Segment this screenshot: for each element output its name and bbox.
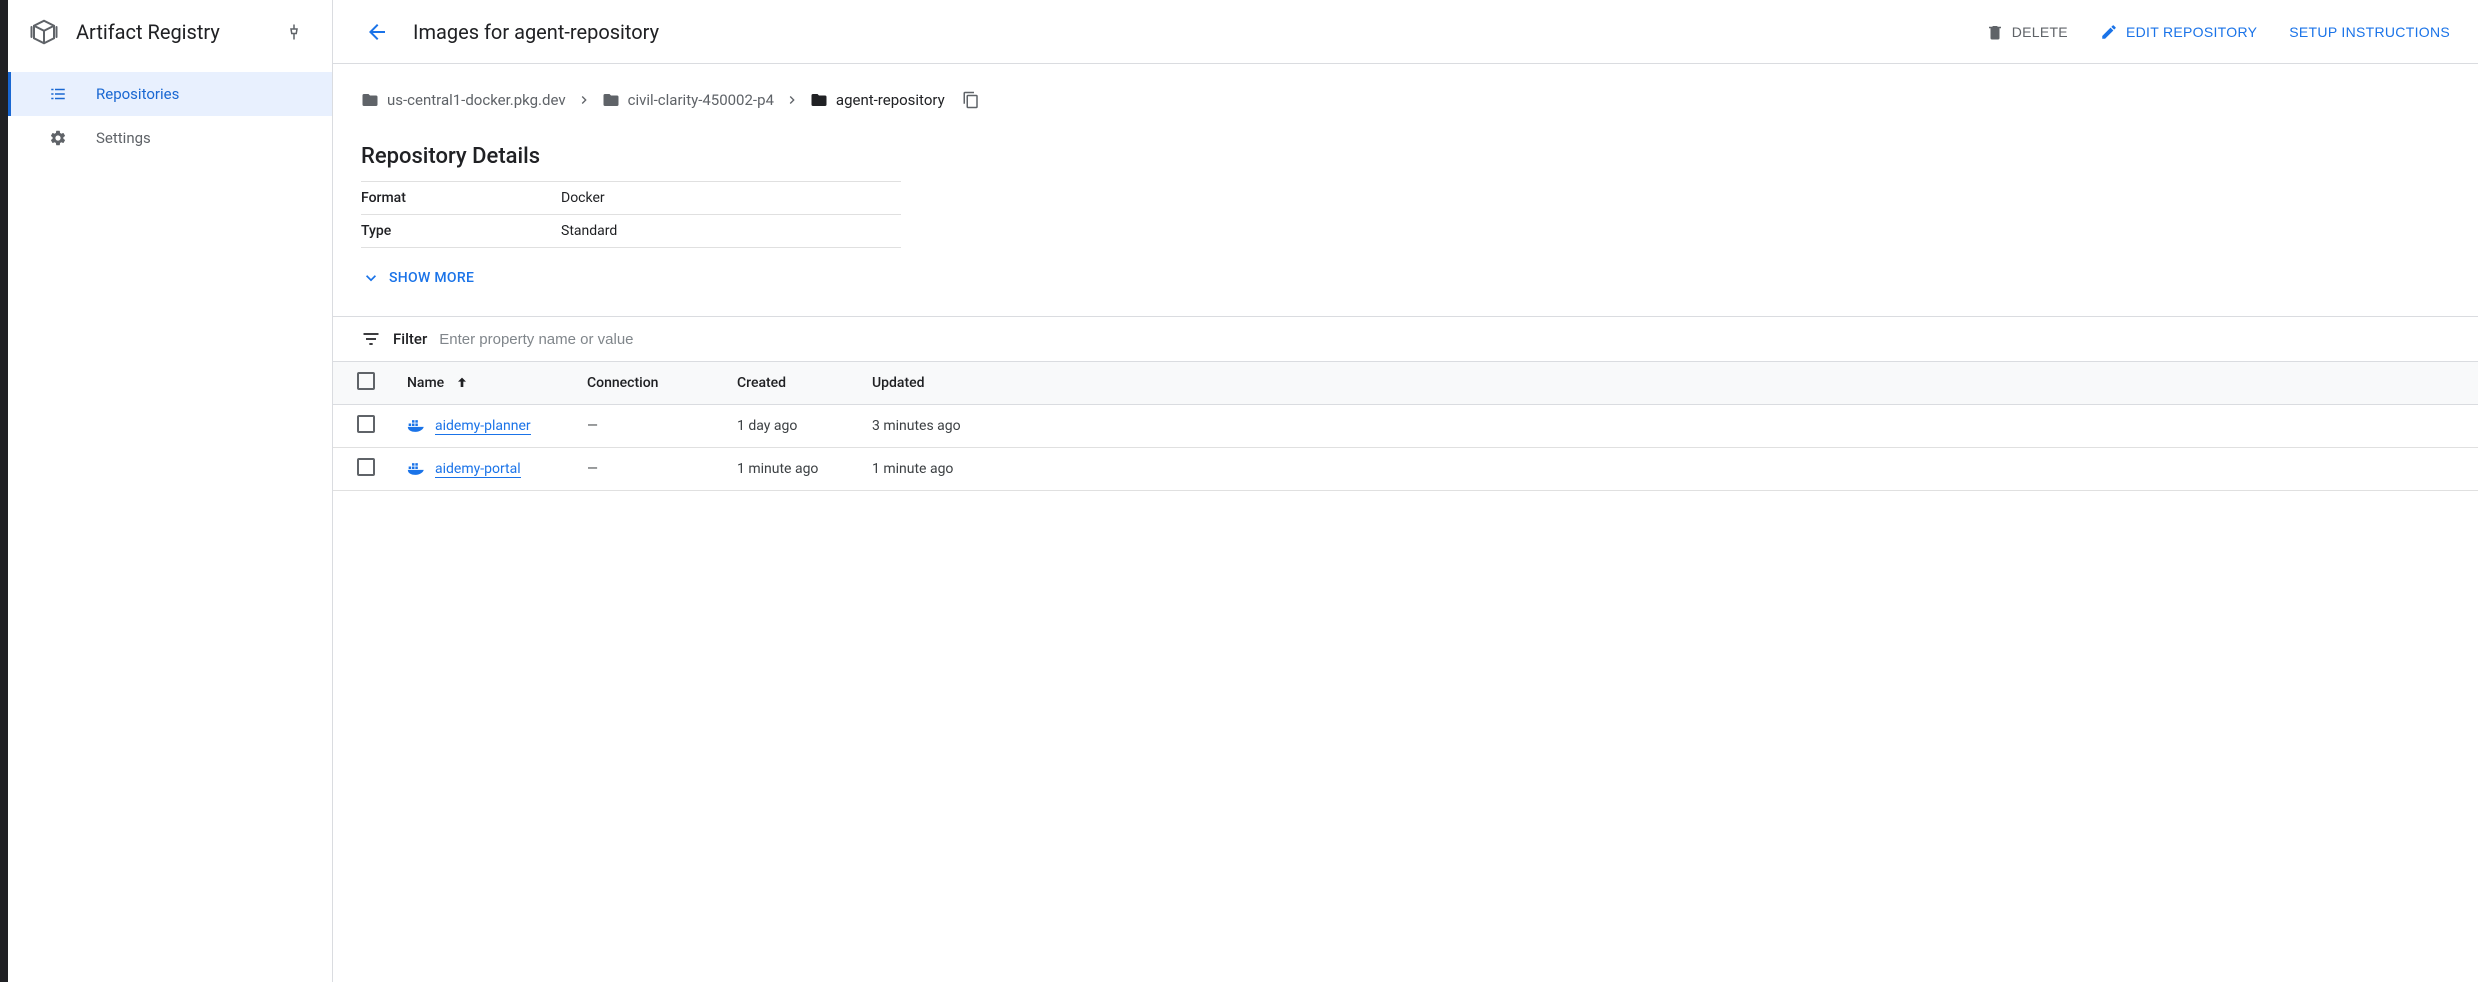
image-name-link[interactable]: aidemy-planner bbox=[435, 418, 531, 435]
cell-created: 1 minute ago bbox=[721, 448, 856, 491]
folder-icon bbox=[361, 91, 379, 109]
show-more-button[interactable]: SHOW MORE bbox=[361, 260, 2450, 296]
docker-icon bbox=[407, 418, 427, 434]
breadcrumb-item[interactable]: civil-clarity-450002-p4 bbox=[602, 91, 774, 109]
setup-label: SETUP INSTRUCTIONS bbox=[2289, 24, 2450, 40]
breadcrumb-item-current: agent-repository bbox=[810, 91, 945, 109]
product-title: Artifact Registry bbox=[76, 20, 276, 44]
back-button[interactable] bbox=[357, 12, 397, 52]
table-row: aidemy-portal — 1 minute ago 1 minute ag… bbox=[333, 448, 2478, 491]
details-row: Type Standard bbox=[361, 215, 901, 248]
column-header-connection[interactable]: Connection bbox=[571, 362, 721, 405]
filter-icon bbox=[361, 329, 381, 349]
artifact-registry-icon bbox=[28, 16, 60, 48]
details-label: Format bbox=[361, 182, 561, 215]
images-table: Name Connection Created Updated bbox=[333, 361, 2478, 491]
filter-input[interactable] bbox=[439, 331, 2450, 348]
sidebar-item-repositories[interactable]: Repositories bbox=[8, 72, 332, 116]
column-header-name[interactable]: Name bbox=[391, 362, 571, 405]
table-header-row: Name Connection Created Updated bbox=[333, 362, 2478, 405]
table-row: aidemy-planner — 1 day ago 3 minutes ago bbox=[333, 405, 2478, 448]
main-content: Images for agent-repository DELETE EDIT … bbox=[333, 0, 2478, 982]
cell-updated: 1 minute ago bbox=[856, 448, 2478, 491]
delete-label: DELETE bbox=[2012, 24, 2068, 40]
show-more-label: SHOW MORE bbox=[389, 270, 474, 286]
pencil-icon bbox=[2100, 23, 2118, 41]
cell-connection: — bbox=[571, 448, 721, 491]
details-table: Format Docker Type Standard bbox=[361, 181, 901, 248]
edge-strip bbox=[0, 0, 8, 982]
cell-connection: — bbox=[571, 405, 721, 448]
breadcrumb: us-central1-docker.pkg.dev civil-clarity… bbox=[361, 84, 2450, 116]
delete-button[interactable]: DELETE bbox=[1982, 15, 2072, 49]
trash-icon bbox=[1986, 23, 2004, 41]
chevron-right-icon bbox=[784, 92, 800, 108]
edit-label: EDIT REPOSITORY bbox=[2126, 24, 2257, 40]
pin-button[interactable] bbox=[276, 14, 312, 50]
breadcrumb-label: civil-clarity-450002-p4 bbox=[628, 91, 774, 109]
content: us-central1-docker.pkg.dev civil-clarity… bbox=[333, 64, 2478, 316]
sidebar: Artifact Registry Repositories bbox=[8, 0, 333, 982]
copy-button[interactable] bbox=[955, 84, 987, 116]
nav-list: Repositories Settings bbox=[8, 64, 332, 160]
row-checkbox[interactable] bbox=[357, 415, 375, 433]
docker-icon bbox=[407, 461, 427, 477]
page-title: Images for agent-repository bbox=[413, 20, 1974, 44]
chevron-right-icon bbox=[576, 92, 592, 108]
sort-ascending-icon bbox=[454, 375, 470, 391]
column-header-updated[interactable]: Updated bbox=[856, 362, 2478, 405]
breadcrumb-label: agent-repository bbox=[836, 91, 945, 109]
select-all-checkbox[interactable] bbox=[357, 372, 375, 390]
filter-bar: Filter bbox=[333, 316, 2478, 361]
folder-icon bbox=[810, 91, 828, 109]
toolbar: Images for agent-repository DELETE EDIT … bbox=[333, 0, 2478, 64]
sidebar-item-settings[interactable]: Settings bbox=[8, 116, 332, 160]
sidebar-item-label: Settings bbox=[96, 129, 151, 147]
details-value: Docker bbox=[561, 182, 901, 215]
filter-label: Filter bbox=[393, 330, 427, 348]
details-label: Type bbox=[361, 215, 561, 248]
section-title: Repository Details bbox=[361, 144, 2450, 169]
folder-icon bbox=[602, 91, 620, 109]
details-row: Format Docker bbox=[361, 182, 901, 215]
setup-instructions-button[interactable]: SETUP INSTRUCTIONS bbox=[2285, 16, 2454, 48]
row-checkbox[interactable] bbox=[357, 458, 375, 476]
toolbar-actions: DELETE EDIT REPOSITORY SETUP INSTRUCTION… bbox=[1982, 15, 2454, 49]
cell-created: 1 day ago bbox=[721, 405, 856, 448]
sidebar-item-label: Repositories bbox=[96, 85, 179, 103]
cell-updated: 3 minutes ago bbox=[856, 405, 2478, 448]
sidebar-header: Artifact Registry bbox=[8, 0, 332, 64]
chevron-down-icon bbox=[361, 268, 381, 288]
image-name-link[interactable]: aidemy-portal bbox=[435, 461, 521, 478]
gear-icon bbox=[48, 128, 68, 148]
breadcrumb-label: us-central1-docker.pkg.dev bbox=[387, 91, 566, 109]
column-header-created[interactable]: Created bbox=[721, 362, 856, 405]
breadcrumb-item[interactable]: us-central1-docker.pkg.dev bbox=[361, 91, 566, 109]
list-icon bbox=[48, 84, 68, 104]
edit-repository-button[interactable]: EDIT REPOSITORY bbox=[2096, 15, 2261, 49]
details-value: Standard bbox=[561, 215, 901, 248]
